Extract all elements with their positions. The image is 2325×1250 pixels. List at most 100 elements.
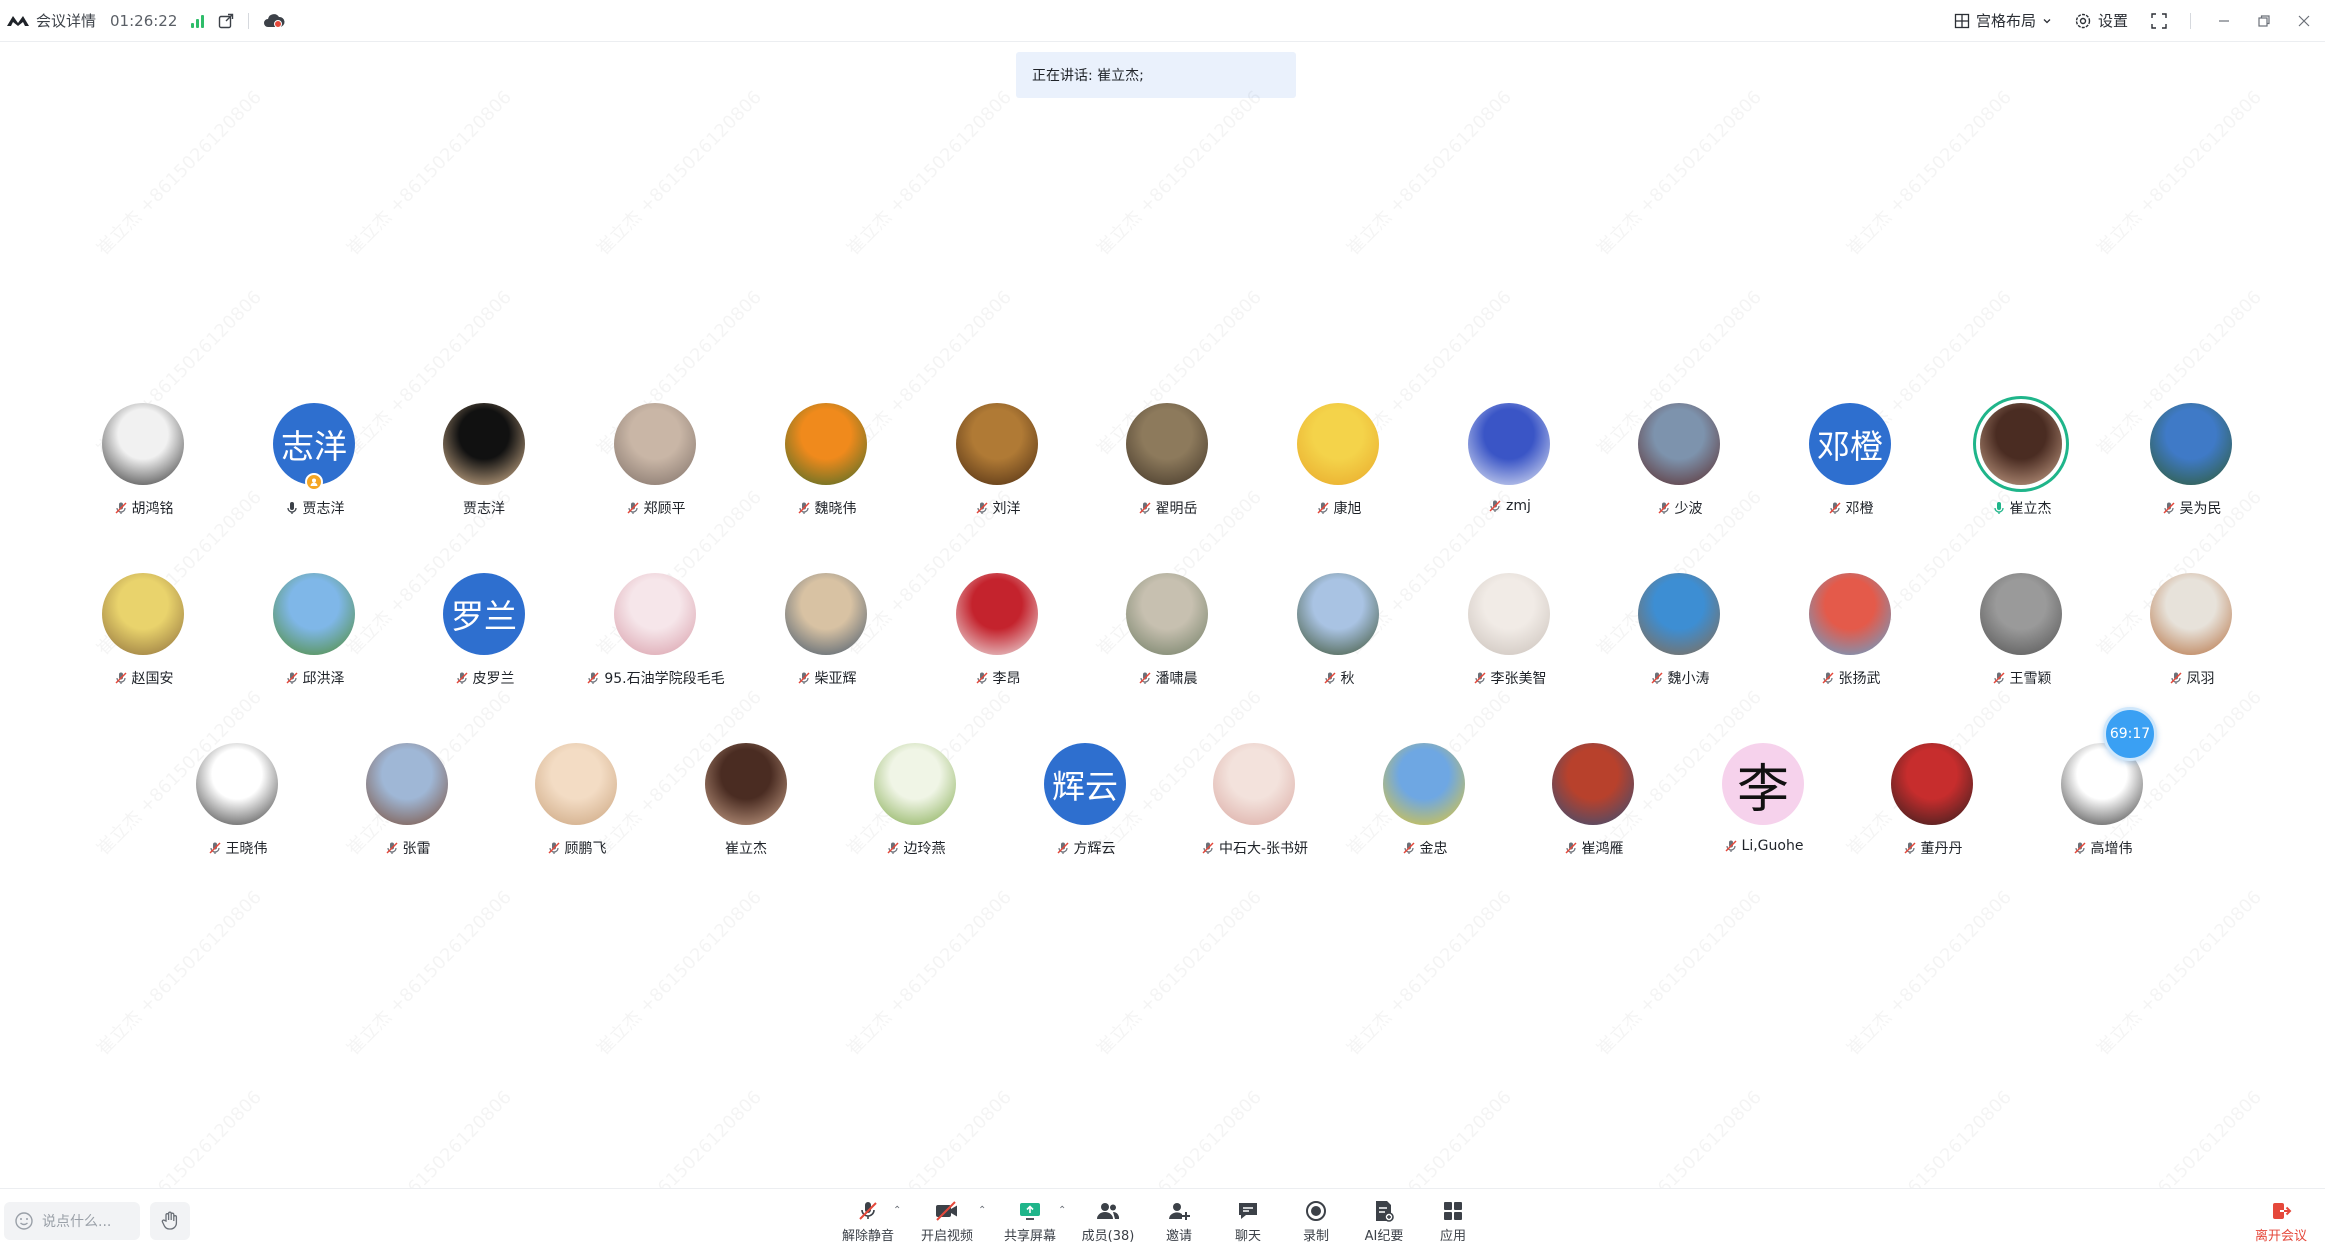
participant-tile[interactable]: 崔立杰	[661, 743, 831, 873]
chevron-up-icon[interactable]: ⌃	[893, 1205, 901, 1216]
record-button[interactable]: 录制	[1281, 1199, 1351, 1245]
members-button[interactable]: 成员(38)	[1073, 1199, 1143, 1245]
close-button[interactable]	[2297, 14, 2311, 28]
chat-button[interactable]: 聊天	[1213, 1199, 1283, 1245]
participant-name-row: 邓橙	[1765, 498, 1935, 518]
participant-tile[interactable]: 魏晓伟	[741, 403, 911, 533]
participant-tile[interactable]: 张雷	[322, 743, 492, 873]
participant-tile[interactable]: 李昂	[912, 573, 1082, 703]
settings-button[interactable]: 设置	[2074, 10, 2128, 31]
mic-muted-icon	[1472, 670, 1488, 686]
mic-muted-icon	[2072, 840, 2088, 856]
participant-tile[interactable]: zmj	[1424, 403, 1594, 533]
participant-tile[interactable]: 凤羽	[2106, 573, 2276, 703]
timer-bubble[interactable]: 69:17	[2103, 707, 2157, 761]
participant-tile[interactable]: 高增伟	[2017, 743, 2187, 873]
cloud-record-icon[interactable]	[263, 13, 285, 29]
avatar-photo	[535, 743, 617, 825]
settings-label: 设置	[2097, 12, 2128, 30]
emoji-icon[interactable]	[14, 1211, 34, 1231]
participant-tile[interactable]: 董丹丹	[1847, 743, 2017, 873]
layout-button[interactable]: 宫格布局	[1954, 10, 2052, 31]
fullscreen-button[interactable]	[2150, 12, 2168, 30]
participant-name: 张雷	[402, 841, 431, 857]
participant-name-row: zmj	[1424, 498, 1594, 514]
participant-name-row: 崔鸿雁	[1508, 838, 1678, 858]
raise-hand-button[interactable]	[150, 1202, 190, 1240]
external-link-icon[interactable]	[218, 13, 234, 29]
participant-tile[interactable]: 刘洋	[912, 403, 1082, 533]
leave-meeting-button[interactable]: 离开会议	[2246, 1199, 2316, 1245]
tencent-meeting-logo-icon	[6, 13, 30, 29]
participant-tile[interactable]: 柴亚辉	[741, 573, 911, 703]
chat-icon	[1235, 1199, 1261, 1223]
chevron-up-icon[interactable]: ⌃	[1058, 1205, 1066, 1216]
participant-tile[interactable]: 李 Li,Guohe	[1678, 743, 1848, 873]
participant-tile[interactable]: 95.石油学院段毛毛	[570, 573, 740, 703]
video-button[interactable]: 开启视频	[912, 1199, 982, 1245]
participant-tile[interactable]: 邱洪泽	[229, 573, 399, 703]
participant-tile[interactable]: 秋	[1253, 573, 1423, 703]
share-button[interactable]: 共享屏幕	[995, 1199, 1065, 1245]
participant-tile[interactable]: 金忠	[1339, 743, 1509, 873]
participant-tile[interactable]: 张扬武	[1765, 573, 1935, 703]
meeting-details-link[interactable]: 会议详情	[36, 10, 96, 31]
participant-tile[interactable]: 胡鸿铭	[58, 403, 228, 533]
invite-button[interactable]: 邀请	[1144, 1199, 1214, 1245]
participant-tile[interactable]: 志洋 贾志洋	[229, 403, 399, 533]
participant-tile[interactable]: 罗兰 皮罗兰	[399, 573, 569, 703]
participant-tile[interactable]: 郑顾平	[570, 403, 740, 533]
minimize-button[interactable]	[2217, 14, 2231, 28]
apps-icon	[1440, 1199, 1466, 1223]
exit-icon	[2270, 1199, 2292, 1223]
mic-muted-icon	[1322, 670, 1338, 686]
chevron-up-icon[interactable]: ⌃	[978, 1205, 986, 1216]
mic-muted-icon	[1137, 670, 1153, 686]
mic-muted-icon	[113, 670, 129, 686]
host-badge-icon	[305, 473, 323, 491]
participant-tile[interactable]: 崔鸿雁	[1508, 743, 1678, 873]
participant-tile[interactable]: 崔立杰	[1936, 403, 2106, 533]
avatar-photo	[956, 573, 1038, 655]
participant-tile[interactable]: 贾志洋	[399, 403, 569, 533]
participant-name: 邓橙	[1845, 501, 1874, 517]
participant-name-row: 董丹丹	[1847, 838, 2017, 858]
avatar-photo	[956, 403, 1038, 485]
avatar-photo	[1638, 403, 1720, 485]
ai-button[interactable]: AI纪要	[1349, 1199, 1419, 1245]
mic-muted-icon	[1563, 840, 1579, 856]
avatar-photo	[614, 573, 696, 655]
participant-tile[interactable]: 潘啸晨	[1082, 573, 1252, 703]
mic-muted-icon	[1820, 670, 1836, 686]
ai-notes-icon	[1371, 1199, 1397, 1223]
participant-tile[interactable]: 魏小涛	[1594, 573, 1764, 703]
participant-name-row: 崔立杰	[661, 838, 831, 858]
mic-muted-icon	[113, 500, 129, 516]
quick-chat-input[interactable]: 说点什么...	[4, 1202, 140, 1240]
participant-tile[interactable]: 李张美智	[1424, 573, 1594, 703]
participant-name-row: 魏晓伟	[741, 498, 911, 518]
participant-tile[interactable]: 边玲燕	[830, 743, 1000, 873]
restore-button[interactable]	[2257, 14, 2271, 28]
apps-button[interactable]: 应用	[1418, 1199, 1488, 1245]
network-signal-icon[interactable]	[191, 14, 205, 28]
participant-tile[interactable]: 中石大-张书妍	[1169, 743, 1339, 873]
watermark-text: 崔立杰 +8615026120806	[90, 1084, 267, 1188]
avatar-photo	[1468, 573, 1550, 655]
ai-label: AI纪要	[1364, 1229, 1404, 1244]
participant-tile[interactable]: 顾鹏飞	[491, 743, 661, 873]
participant-tile[interactable]: 赵国安	[58, 573, 228, 703]
participant-name: 潘啸晨	[1155, 671, 1198, 687]
participant-tile[interactable]: 吴为民	[2106, 403, 2276, 533]
participant-tile[interactable]: 王雪颖	[1936, 573, 2106, 703]
mic-muted-icon	[885, 840, 901, 856]
mic-muted-icon	[207, 840, 223, 856]
participant-tile[interactable]: 王晓伟	[152, 743, 322, 873]
participant-tile[interactable]: 翟明岳	[1082, 403, 1252, 533]
avatar-initials: 李	[1722, 743, 1804, 825]
participant-tile[interactable]: 康旭	[1253, 403, 1423, 533]
participant-tile[interactable]: 辉云 方辉云	[1000, 743, 1170, 873]
participant-tile[interactable]: 邓橙 邓橙	[1765, 403, 1935, 533]
members-icon	[1095, 1199, 1121, 1223]
participant-tile[interactable]: 少波	[1594, 403, 1764, 533]
